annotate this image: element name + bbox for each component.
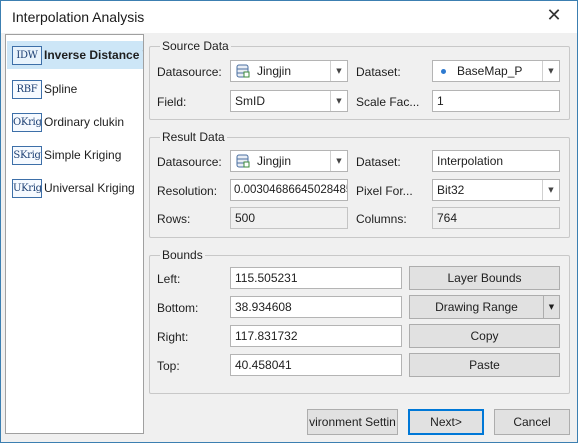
scale-factor-input[interactable]: 1 xyxy=(432,90,560,112)
source-field-label: Field: xyxy=(157,95,187,109)
chevron-down-icon: ▼ xyxy=(330,151,347,171)
interpolation-dialog: Interpolation Analysis ✕ IDW Inverse Dis… xyxy=(0,0,578,443)
right-label: Right: xyxy=(157,330,189,344)
title-bar: Interpolation Analysis ✕ xyxy=(1,1,577,33)
environment-settings-button[interactable]: vironment Settin xyxy=(307,409,398,435)
rows-label: Rows: xyxy=(157,212,191,226)
point-dataset-icon xyxy=(441,69,446,74)
top-label: Top: xyxy=(157,359,180,373)
columns-label: Columns: xyxy=(356,212,407,226)
okrig-icon: OKrig xyxy=(12,113,42,132)
layer-bounds-button[interactable]: Layer Bounds xyxy=(409,266,560,290)
ukrig-icon: UKrig xyxy=(12,179,42,198)
resolution-input[interactable]: 0.00304686645028485 xyxy=(230,179,348,201)
datasource-icon xyxy=(236,64,250,78)
chevron-down-icon: ▼ xyxy=(330,61,347,81)
drawing-range-button[interactable]: Drawing Range ▼ xyxy=(409,295,560,319)
result-data-title: Result Data xyxy=(160,130,227,144)
skrig-icon: SKrig xyxy=(12,146,42,165)
method-label: Simple Kriging xyxy=(44,148,122,162)
scale-factor-label: Scale Fac... xyxy=(356,95,420,109)
top-input[interactable]: 40.458041 xyxy=(230,354,402,376)
source-field-select[interactable]: SmID ▼ xyxy=(230,90,348,112)
chevron-down-icon: ▼ xyxy=(330,91,347,111)
chevron-down-icon: ▼ xyxy=(542,180,559,200)
bounds-group: Bounds Left: 115.505231 Layer Bounds Bot… xyxy=(149,248,570,394)
idw-icon: IDW xyxy=(12,46,42,65)
datasource-icon xyxy=(236,154,250,168)
close-icon[interactable]: ✕ xyxy=(541,5,567,29)
bottom-input[interactable]: 38.934608 xyxy=(230,296,402,318)
rbf-icon: RBF xyxy=(12,80,42,99)
result-dataset-input[interactable]: Interpolation xyxy=(432,150,560,172)
source-field-value: SmID xyxy=(235,94,265,108)
method-label: Universal Kriging xyxy=(44,181,135,195)
method-item-simple-kriging[interactable]: SKrig Simple Kriging xyxy=(7,141,143,169)
result-datasource-label: Datasource: xyxy=(157,155,222,169)
source-data-group: Source Data Datasource: Jingjin ▼ Datase… xyxy=(149,39,570,120)
method-item-spline[interactable]: RBF Spline xyxy=(7,75,143,103)
method-item-idw[interactable]: IDW Inverse Distance Weighted xyxy=(7,41,143,69)
method-list: IDW Inverse Distance Weighted RBF Spline… xyxy=(5,34,144,434)
dropdown-arrow-icon[interactable]: ▼ xyxy=(543,296,559,318)
drawing-range-label: Drawing Range xyxy=(435,300,518,314)
bounds-title: Bounds xyxy=(160,248,205,262)
cancel-button[interactable]: Cancel xyxy=(494,409,570,435)
source-dataset-label: Dataset: xyxy=(356,65,401,79)
window-title: Interpolation Analysis xyxy=(12,9,145,25)
left-label: Left: xyxy=(157,272,181,286)
method-label: Inverse Distance Weighted xyxy=(44,48,143,62)
pixel-format-label: Pixel For... xyxy=(356,184,413,198)
result-datasource-select[interactable]: Jingjin ▼ xyxy=(230,150,348,172)
paste-button[interactable]: Paste xyxy=(409,353,560,377)
source-dataset-select[interactable]: BaseMap_P ▼ xyxy=(432,60,560,82)
left-input[interactable]: 115.505231 xyxy=(230,267,402,289)
pixel-format-select[interactable]: Bit32 ▼ xyxy=(432,179,560,201)
method-item-ordinary-kriging[interactable]: OKrig Ordinary clukin xyxy=(7,108,143,136)
source-datasource-select[interactable]: Jingjin ▼ xyxy=(230,60,348,82)
method-label: Spline xyxy=(44,82,78,96)
rows-value: 500 xyxy=(230,207,348,229)
result-dataset-label: Dataset: xyxy=(356,155,401,169)
right-input[interactable]: 117.831732 xyxy=(230,325,402,347)
method-label: Ordinary clukin xyxy=(44,115,125,129)
next-button[interactable]: Next> xyxy=(408,409,484,435)
columns-value: 764 xyxy=(432,207,560,229)
bottom-label: Bottom: xyxy=(157,301,199,315)
source-data-title: Source Data xyxy=(160,39,231,53)
source-dataset-value: BaseMap_P xyxy=(457,64,523,78)
pixel-format-value: Bit32 xyxy=(437,183,465,197)
source-datasource-value: Jingjin xyxy=(257,64,292,78)
source-datasource-label: Datasource: xyxy=(157,65,222,79)
result-datasource-value: Jingjin xyxy=(257,154,292,168)
chevron-down-icon: ▼ xyxy=(542,61,559,81)
method-item-universal-kriging[interactable]: UKrig Universal Kriging xyxy=(7,174,143,202)
resolution-label: Resolution: xyxy=(157,184,218,198)
copy-button[interactable]: Copy xyxy=(409,324,560,348)
result-data-group: Result Data Datasource: Jingjin ▼ Datase… xyxy=(149,130,570,238)
